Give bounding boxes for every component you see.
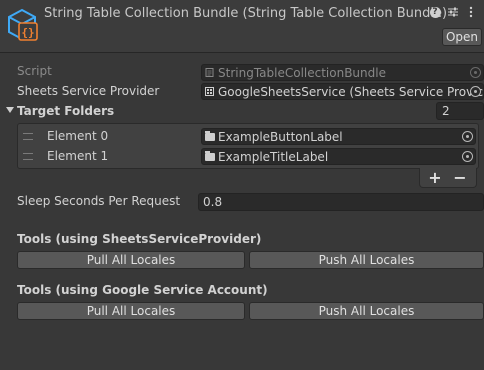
sleep-seconds-field[interactable]: 0.8 — [198, 193, 484, 211]
script-label: Script — [17, 64, 52, 78]
object-picker-icon[interactable] — [470, 86, 481, 97]
list-add-remove-bar: + − — [419, 168, 477, 188]
object-picker-icon — [470, 67, 481, 78]
push-all-locales-provider-button[interactable]: Push All Locales — [249, 251, 484, 269]
foldout-arrow-icon[interactable] — [6, 107, 14, 113]
sheets-provider-field[interactable]: GoogleSheetsService (Sheets Service Prov… — [201, 83, 484, 100]
help-icon[interactable]: ? — [428, 5, 442, 19]
inspector-title: String Table Collection Bundle (String T… — [44, 6, 448, 21]
object-picker-icon[interactable] — [462, 131, 473, 142]
string-table-bundle-icon: {} — [8, 8, 38, 41]
header-divider — [0, 52, 484, 53]
sheets-provider-value: GoogleSheetsService (Sheets Service Prov… — [218, 85, 484, 99]
pull-all-locales-provider-button[interactable]: Pull All Locales — [17, 251, 245, 269]
sleep-seconds-label: Sleep Seconds Per Request — [17, 194, 181, 208]
drag-handle-icon[interactable] — [23, 153, 33, 160]
add-element-button[interactable]: + — [423, 168, 447, 187]
element-1-value: ExampleTitleLabel — [218, 150, 329, 164]
tools-provider-heading: Tools (using SheetsServiceProvider) — [17, 232, 262, 246]
script-value: StringTableCollectionBundle — [218, 66, 386, 80]
script-file-icon — [205, 68, 214, 77]
folder-icon — [205, 151, 215, 161]
inspector-header: {} String Table Collection Bundle (Strin… — [0, 0, 484, 52]
open-button[interactable]: Open — [442, 28, 482, 46]
element-0-label: Element 0 — [47, 129, 109, 143]
element-0-value: ExampleButtonLabel — [218, 130, 343, 144]
remove-element-button[interactable]: − — [448, 168, 472, 187]
preset-sliders-icon[interactable] — [446, 5, 460, 19]
sheets-provider-label: Sheets Service Provider — [17, 84, 160, 98]
script-field: StringTableCollectionBundle — [201, 64, 484, 81]
svg-text:{}: {} — [21, 26, 34, 39]
tools-account-heading: Tools (using Google Service Account) — [17, 283, 268, 297]
pull-all-locales-account-button[interactable]: Pull All Locales — [17, 302, 245, 320]
kebab-menu-icon[interactable] — [464, 5, 478, 19]
push-all-locales-account-button[interactable]: Push All Locales — [249, 302, 484, 320]
folder-icon — [205, 131, 215, 141]
scriptable-object-icon — [205, 87, 214, 96]
drag-handle-icon[interactable] — [23, 133, 33, 140]
target-folders-label[interactable]: Target Folders — [17, 104, 114, 118]
array-size-field[interactable]: 2 — [436, 102, 484, 120]
object-picker-icon[interactable] — [462, 151, 473, 162]
element-1-field[interactable]: ExampleTitleLabel — [201, 148, 476, 165]
element-1-label: Element 1 — [47, 149, 109, 163]
element-0-field[interactable]: ExampleButtonLabel — [201, 128, 476, 145]
